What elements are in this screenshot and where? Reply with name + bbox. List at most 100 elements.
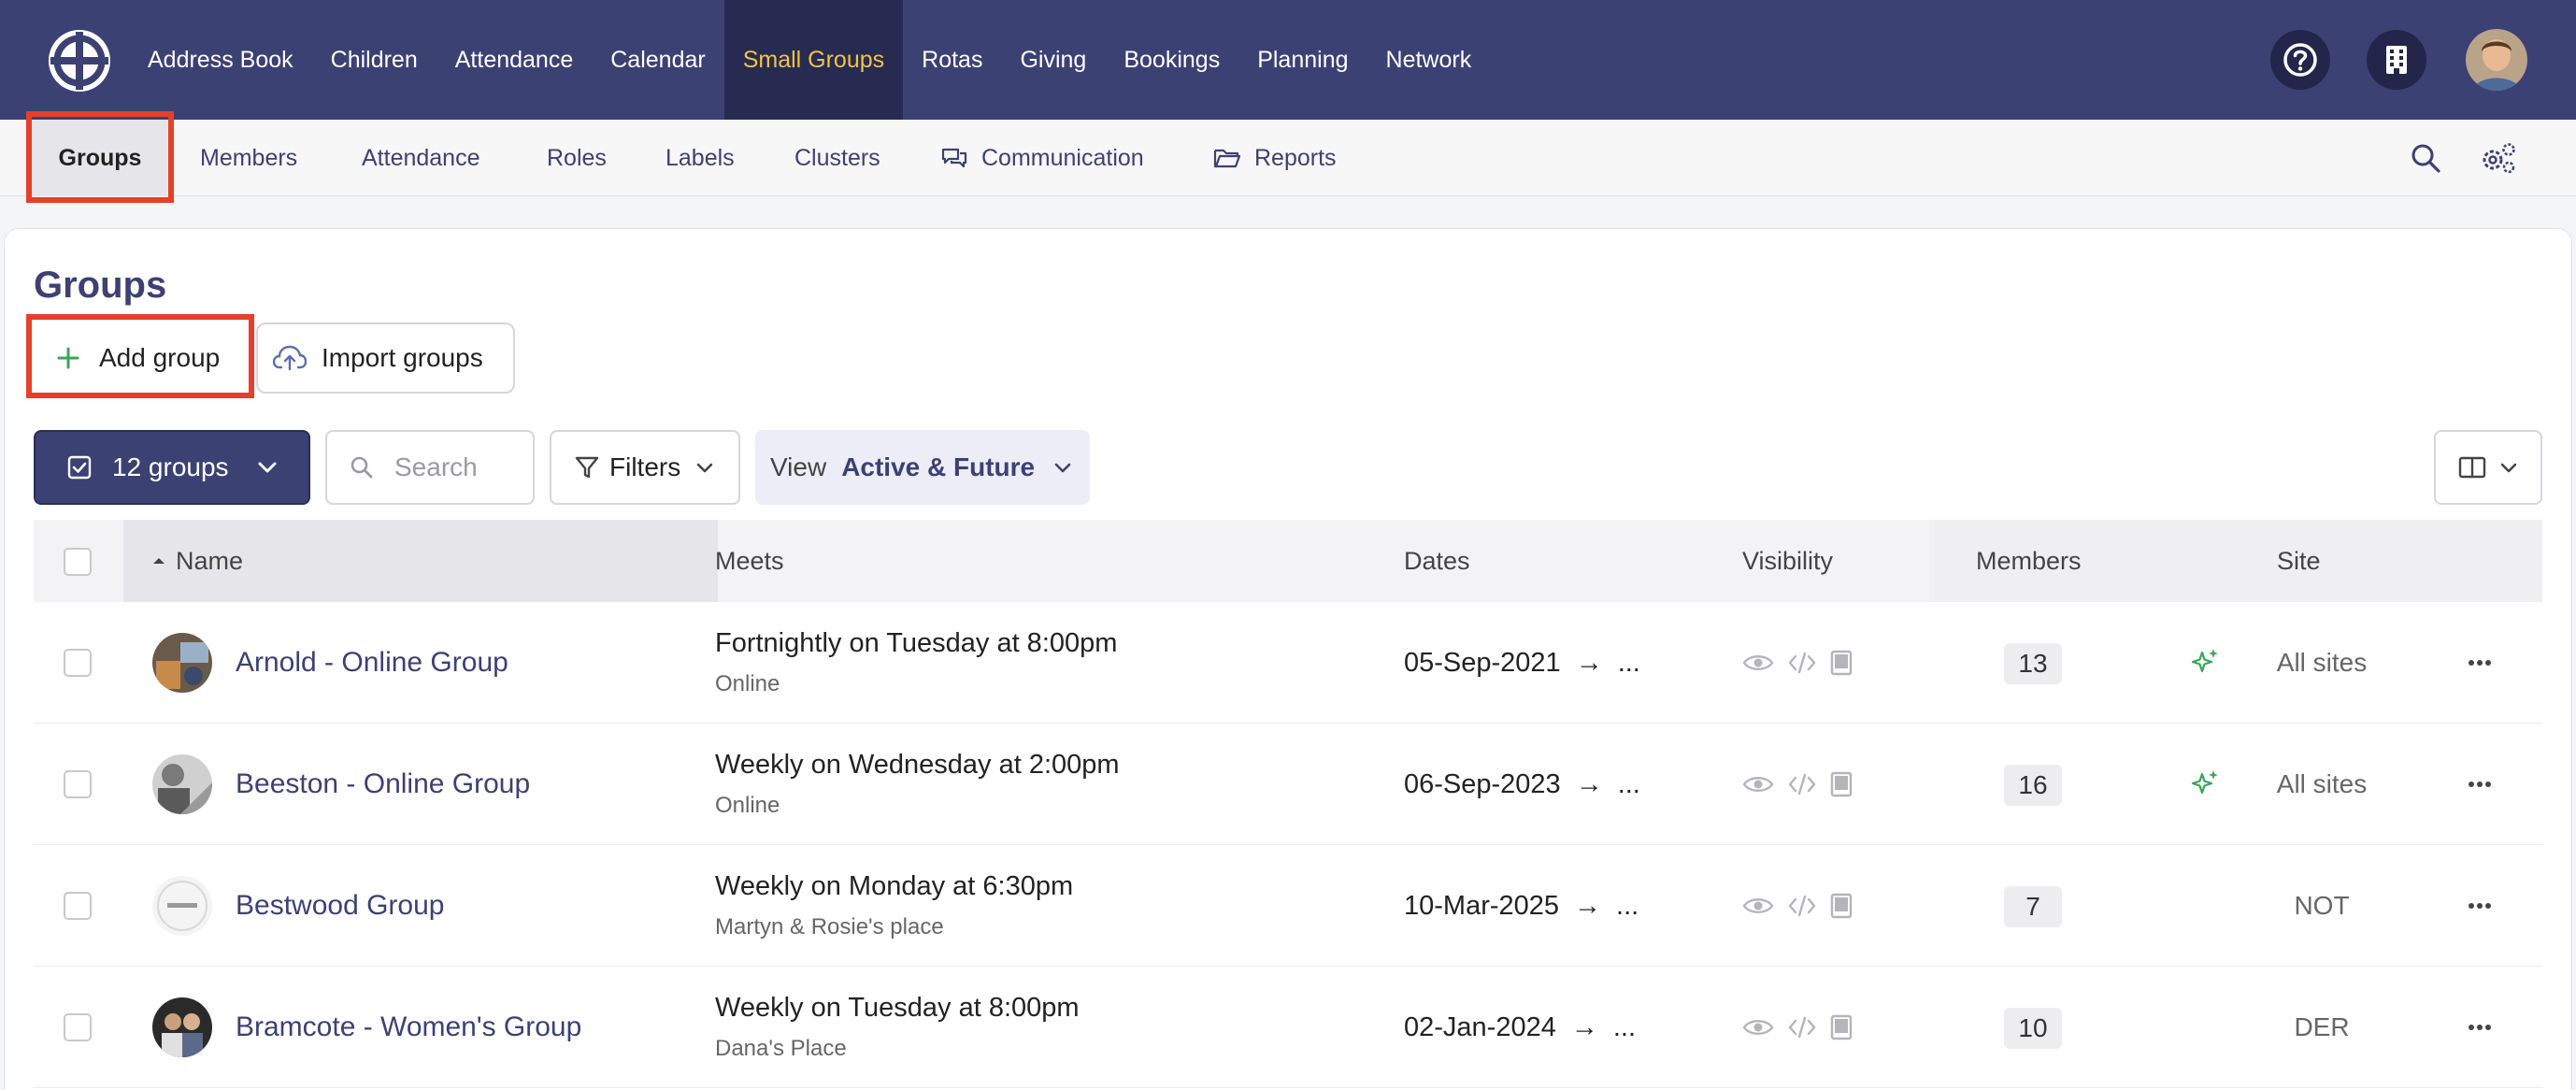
nav-calendar[interactable]: Calendar [592, 0, 723, 120]
column-header-meets[interactable]: Meets [715, 520, 784, 602]
help-button[interactable] [2270, 30, 2330, 90]
table-row[interactable]: Bramcote - Women's Group Weekly on Tuesd… [34, 967, 2542, 1088]
chevron-down-icon [1054, 463, 1071, 472]
ai-sparkle-icon [2191, 770, 2218, 795]
sub-navigation-bar: Groups Members Attendance Roles Labels C… [0, 120, 2576, 196]
meeting-location: Dana's Place [715, 1036, 847, 1061]
member-count-badge: 13 [2004, 643, 2062, 684]
cloud-upload-icon [273, 345, 307, 371]
eye-icon [1742, 1020, 1774, 1035]
column-header-name[interactable]: Name [151, 520, 243, 602]
nav-children[interactable]: Children [312, 0, 436, 120]
table-header: Name Meets Dates Visibility Members Site [34, 520, 2542, 602]
meeting-location: Martyn & Rosie's place [715, 914, 944, 939]
more-options-button[interactable] [2464, 768, 2496, 800]
group-name-link[interactable]: Bestwood Group [236, 845, 444, 967]
nav-address-book[interactable]: Address Book [129, 0, 312, 120]
group-name-link[interactable]: Arnold - Online Group [236, 602, 508, 724]
visibility-icons [1742, 845, 1853, 967]
column-header-members[interactable]: Members [1976, 520, 2082, 602]
search-icon [2411, 144, 2440, 173]
group-dates: 02-Jan-2024 → ... [1404, 967, 1636, 1088]
more-options-button[interactable] [2464, 1011, 2496, 1043]
top-nav-items: Address Book Children Attendance Calenda… [129, 0, 1490, 120]
search-icon [351, 456, 373, 479]
column-header-site[interactable]: Site [2277, 520, 2321, 602]
nav-attendance[interactable]: Attendance [436, 0, 593, 120]
more-options-button[interactable] [2464, 647, 2496, 679]
group-dates: 05-Sep-2021 → ... [1404, 602, 1640, 724]
nav-rotas[interactable]: Rotas [903, 0, 1001, 120]
tab-reports[interactable]: Reports [1213, 120, 1337, 196]
code-icon [1788, 1016, 1816, 1039]
eye-icon [1742, 898, 1774, 913]
plus-icon [57, 347, 79, 369]
meeting-schedule: Weekly on Monday at 6:30pm [715, 871, 1074, 901]
tab-roles[interactable]: Roles [547, 120, 607, 196]
tab-clusters[interactable]: Clusters [794, 120, 880, 196]
meeting-schedule: Weekly on Wednesday at 2:00pm [715, 750, 1120, 780]
site-value: NOT [2294, 891, 2350, 920]
meeting-schedule: Weekly on Tuesday at 8:00pm [715, 993, 1080, 1023]
top-navigation-bar: Address Book Children Attendance Calenda… [0, 0, 2576, 120]
row-checkbox[interactable] [64, 649, 92, 677]
settings-button[interactable] [2479, 120, 2531, 196]
organisation-button[interactable] [2367, 30, 2426, 90]
arrow-right-icon: → [1574, 890, 1602, 921]
search-box[interactable] [325, 430, 535, 505]
search-button[interactable] [2410, 120, 2454, 196]
row-checkbox[interactable] [64, 892, 92, 920]
nav-network[interactable]: Network [1367, 0, 1491, 120]
nav-bookings[interactable]: Bookings [1105, 0, 1238, 120]
sort-ascending-icon [153, 558, 165, 564]
code-icon [1788, 895, 1816, 917]
nav-planning[interactable]: Planning [1238, 0, 1367, 120]
group-avatar [152, 754, 212, 814]
add-group-label: Add group [99, 343, 221, 372]
tab-groups[interactable]: Groups [30, 120, 170, 196]
date-end: ... [1617, 768, 1640, 799]
view-selector[interactable]: View Active & Future [755, 430, 1090, 505]
filters-label: Filters [609, 452, 681, 481]
table-row[interactable]: Bestwood Group Weekly on Monday at 6:30p… [34, 845, 2542, 967]
site-value: All sites [2276, 648, 2368, 677]
user-avatar[interactable] [2466, 29, 2527, 91]
nav-small-groups[interactable]: Small Groups [723, 0, 904, 120]
more-options-button[interactable] [2464, 890, 2496, 922]
row-checkbox[interactable] [64, 770, 92, 798]
nav-giving[interactable]: Giving [1001, 0, 1105, 120]
tab-attendance[interactable]: Attendance [362, 120, 480, 196]
logo-icon[interactable] [47, 28, 112, 93]
chat-icon [941, 148, 967, 168]
tab-labels[interactable]: Labels [665, 120, 735, 196]
columns-button[interactable] [2434, 430, 2542, 505]
tablet-icon [1830, 893, 1853, 919]
tablet-icon [1830, 771, 1853, 797]
import-groups-label: Import groups [322, 343, 483, 372]
columns-icon [2458, 456, 2486, 479]
column-header-visibility[interactable]: Visibility [1742, 520, 1833, 602]
tab-communication[interactable]: Communication [940, 120, 1144, 196]
tab-members[interactable]: Members [200, 120, 297, 196]
group-dates: 10-Mar-2025 → ... [1404, 845, 1639, 967]
group-name-link[interactable]: Bramcote - Women's Group [236, 967, 581, 1088]
filters-button[interactable]: Filters [550, 430, 740, 505]
group-avatar [152, 997, 212, 1057]
ellipsis-icon [2469, 903, 2491, 909]
column-header-dates[interactable]: Dates [1404, 520, 1470, 602]
group-name-link[interactable]: Beeston - Online Group [236, 724, 530, 845]
table-row[interactable]: Beeston - Online Group Weekly on Wednesd… [34, 724, 2542, 845]
group-selection-dropdown[interactable]: 12 groups [34, 430, 310, 505]
code-icon [1788, 773, 1816, 796]
search-input[interactable] [394, 452, 516, 482]
add-group-button[interactable]: Add group [37, 323, 249, 393]
chevron-down-icon [258, 462, 277, 473]
row-checkbox[interactable] [64, 1013, 92, 1041]
date-start: 05-Sep-2021 [1404, 647, 1561, 678]
import-groups-button[interactable]: Import groups [256, 323, 515, 394]
group-dates: 06-Sep-2023 → ... [1404, 724, 1640, 845]
select-all-checkbox[interactable] [64, 548, 92, 576]
table-row[interactable]: Arnold - Online Group Fortnightly on Tue… [34, 602, 2542, 724]
visibility-icons [1742, 967, 1853, 1088]
member-count-badge: 16 [2004, 765, 2062, 806]
